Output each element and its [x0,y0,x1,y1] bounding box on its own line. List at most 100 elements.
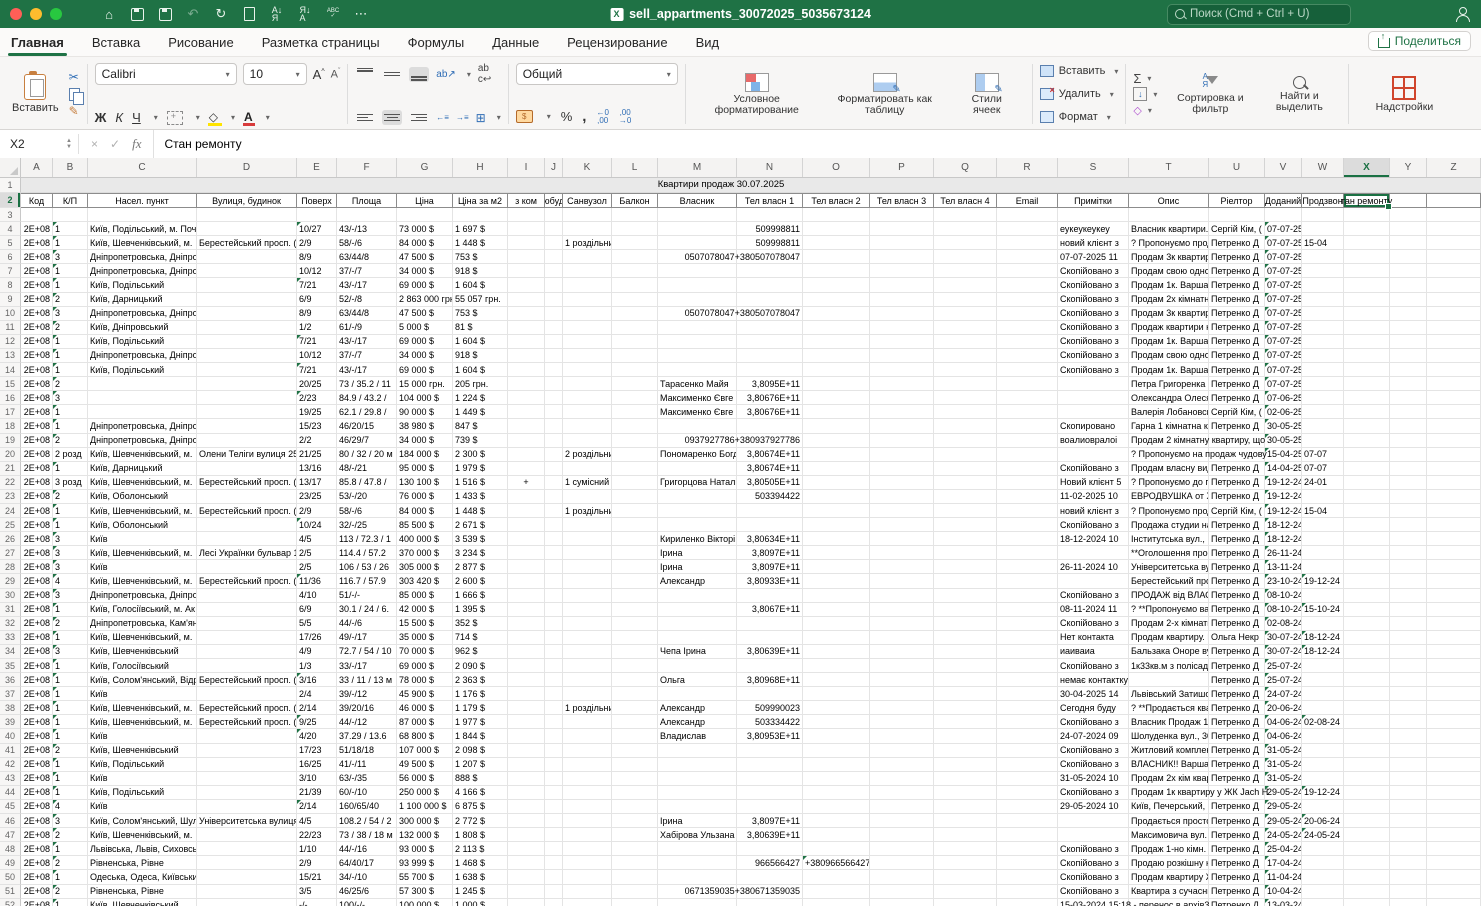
spell-check-icon[interactable]: ABC ✓ [326,6,340,22]
cell-U9[interactable]: Петренко Д [1209,292,1265,307]
cell-A34[interactable]: 2E+08 [21,644,53,659]
cell-G7[interactable]: 34 000 $ [397,264,453,279]
cell-U15[interactable]: Петренко Д [1209,377,1265,392]
cell-X2[interactable]: тан ремонту [1341,193,1392,210]
cell-H52[interactable]: 1 000 $ [453,898,508,906]
cell-X31[interactable] [1344,602,1390,617]
cell-B15[interactable]: 2 [53,377,88,392]
cell-U48[interactable]: Петренко Д [1209,842,1265,857]
cell-G45[interactable]: 1 100 000 $ [397,799,453,815]
cell-E23[interactable]: 23/25 [297,489,337,504]
cell-R12[interactable] [997,334,1058,349]
cell-C20[interactable]: Київ, Шевченківський, м. [88,447,197,462]
cell-U12[interactable]: Петренко Д [1209,334,1265,349]
cell-F50[interactable]: 34/-/10 [337,870,397,885]
cell-R33[interactable] [997,630,1058,645]
cell-W28[interactable] [1302,560,1344,575]
cell-L3[interactable] [612,208,658,223]
cell-X42[interactable] [1344,757,1390,772]
cell-P17[interactable] [870,405,934,420]
cell-M15[interactable]: Тарасенко Майя [658,377,737,392]
cell-Y39[interactable] [1390,715,1427,730]
cell-I36[interactable] [508,673,545,688]
cell-A44[interactable]: 2E+08 [21,785,53,800]
cell-Q34[interactable] [934,644,997,659]
cell-F47[interactable]: 73 / 38 / 18 м [337,828,397,843]
cell-B52[interactable]: 1 [53,898,88,906]
cell-Z44[interactable] [1427,785,1481,800]
cell-A38[interactable]: 2E+08 [21,701,53,716]
cell-B12[interactable]: 1 [53,334,88,349]
cell-S44[interactable]: Скопійовано з [1058,785,1129,800]
cell-H38[interactable]: 1 179 $ [453,701,508,716]
cell-R18[interactable] [997,419,1058,434]
cancel-icon[interactable]: × [91,137,98,151]
cell-R23[interactable] [997,489,1058,504]
cell-I5[interactable] [508,236,545,251]
cell-G44[interactable]: 250 000 $ [397,785,453,800]
cell-M41[interactable] [658,743,737,758]
col-header-O[interactable]: O [803,158,870,177]
zoom-window-button[interactable] [50,8,62,20]
cell-L48[interactable] [612,842,658,857]
cell-T36[interactable] [1129,673,1209,688]
cell-M45[interactable] [658,799,737,815]
cell-F44[interactable]: 60/-/10 [337,785,397,800]
cell-M44[interactable] [658,785,737,800]
cell-C14[interactable]: Київ, Подільський [88,363,197,378]
cell-E41[interactable]: 17/23 [297,743,337,758]
cell-X11[interactable] [1344,320,1390,335]
cell-X24[interactable] [1344,503,1390,519]
row-header-8[interactable]: 8 [0,278,21,293]
cell-T39[interactable]: Власник Продаж 1к к [1129,715,1209,730]
cell-K39[interactable] [563,715,612,730]
cell-X35[interactable] [1344,659,1390,674]
cell-S34[interactable]: иаиваиа [1058,644,1129,659]
cell-D33[interactable] [197,630,297,645]
cell-O22[interactable] [803,475,870,490]
col-header-R[interactable]: R [997,158,1058,177]
col-header-Z[interactable]: Z [1427,158,1481,177]
cell-L25[interactable] [612,518,658,533]
cell-C35[interactable]: Київ, Голосіївський [88,659,197,674]
cell-T5[interactable]: ? Пропонуємо прода [1129,236,1209,251]
align-bottom-button[interactable] [409,66,430,82]
cell-N30[interactable] [737,588,803,603]
cell-W29[interactable]: 19-12-24 [1302,574,1344,589]
cell-M33[interactable] [658,630,737,645]
cell-F19[interactable]: 46/29/7 [337,433,397,448]
cell-L26[interactable] [612,532,658,547]
cell-M34[interactable]: Чепа Ірина [658,644,737,659]
cell-D42[interactable] [197,757,297,772]
cell-K10[interactable] [563,306,612,321]
cell-O13[interactable] [803,348,870,364]
cell-L43[interactable] [612,771,658,786]
cell-A18[interactable]: 2E+08 [21,419,53,434]
cell-U14[interactable]: Петренко Д [1209,363,1265,378]
cell-Q32[interactable] [934,616,997,631]
cell-Z2[interactable] [1427,193,1481,208]
cell-I49[interactable] [508,856,545,871]
cell-O43[interactable] [803,771,870,786]
cell-S23[interactable]: 11-02-2025 10 [1058,489,1129,504]
cell-Q14[interactable] [934,363,997,378]
cell-N29[interactable]: 3,80933E+11 [737,574,803,589]
cell-G29[interactable]: 303 420 $ [397,574,453,589]
row-header-24[interactable]: 24 [0,503,21,519]
cell-K46[interactable] [563,814,612,829]
cell-D9[interactable] [197,292,297,307]
cell-M36[interactable]: Ольга [658,673,737,688]
cell-A19[interactable]: 2E+08 [21,433,53,448]
cell-I50[interactable] [508,870,545,885]
cell-V12[interactable]: 07-07-25 [1265,334,1302,349]
cell-U52[interactable]: Петренко Д [1209,898,1265,906]
cell-H21[interactable]: 1 979 $ [453,461,508,476]
cell-U43[interactable]: Петренко Д [1209,771,1265,786]
cell-E6[interactable]: 8/9 [297,250,337,265]
align-right-button[interactable] [409,110,429,125]
cell-T37[interactable]: Львівський Затишок! [1129,687,1209,702]
cell-A17[interactable]: 2E+08 [21,405,53,420]
cell-T9[interactable]: Продам 2х кімнатну [1129,292,1209,307]
cell-R49[interactable] [997,856,1058,871]
cell-V27[interactable]: 26-11-24 [1265,546,1302,561]
